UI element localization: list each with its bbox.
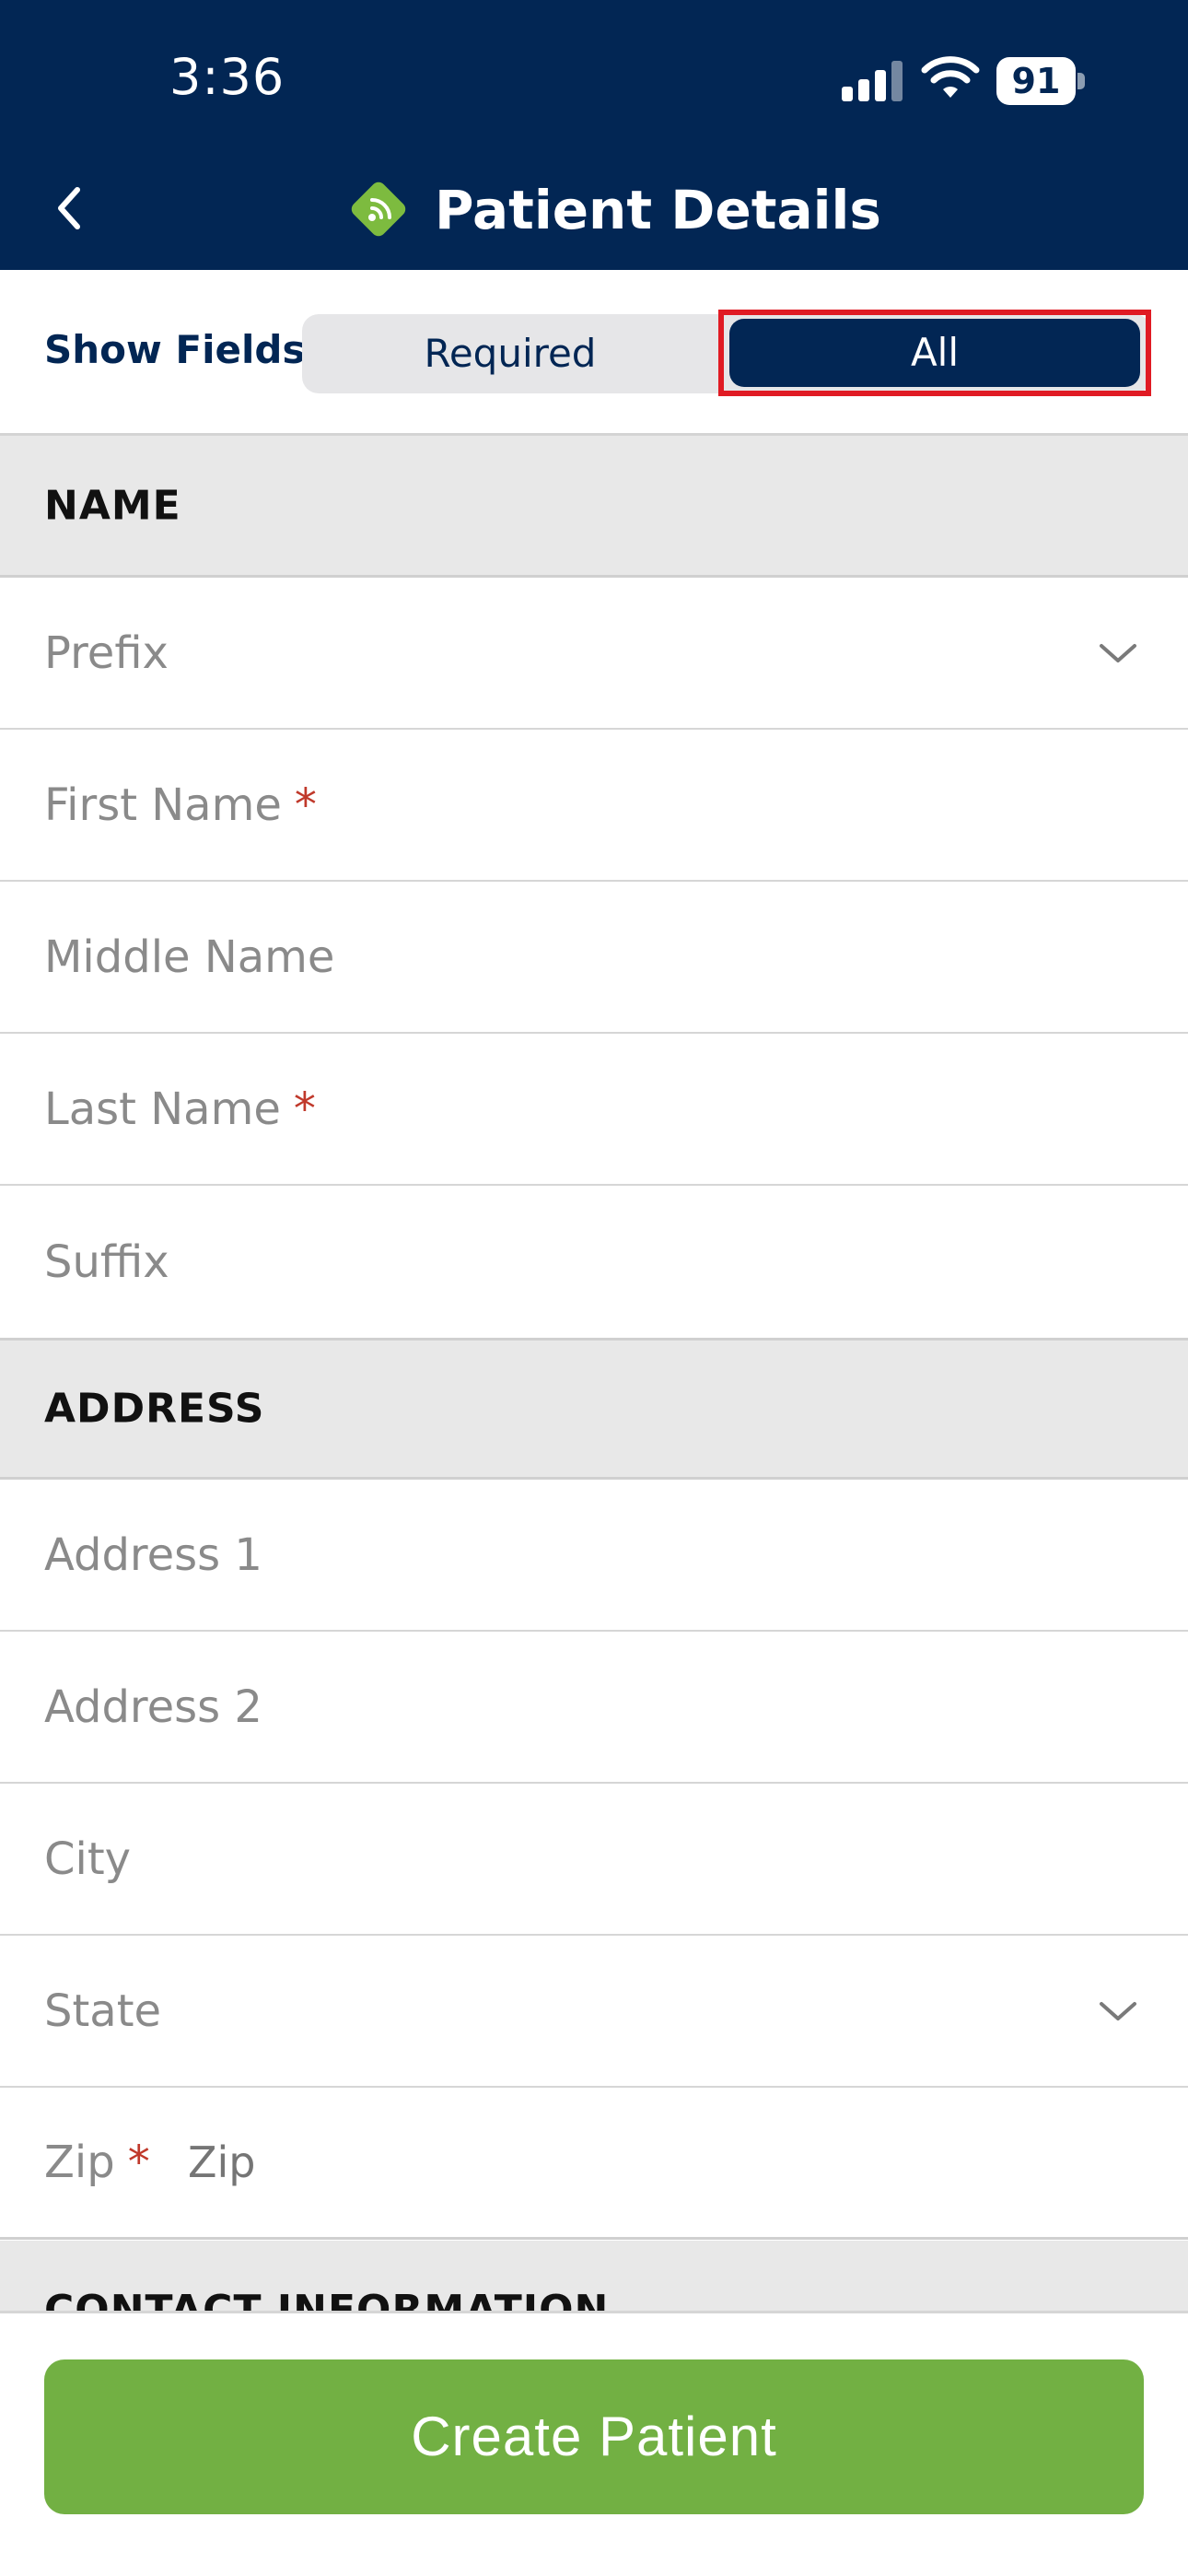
- suffix-field[interactable]: Suffix: [0, 1186, 1188, 1338]
- section-title: NAME: [44, 482, 181, 529]
- field-label: Prefix: [44, 626, 169, 679]
- middle-name-field[interactable]: Middle Name: [0, 882, 1188, 1034]
- create-patient-button[interactable]: Create Patient: [44, 2359, 1144, 2514]
- section-header-address: ADDRESS: [0, 1338, 1188, 1480]
- address1-field[interactable]: Address 1: [0, 1480, 1188, 1632]
- field-label: Middle Name: [44, 931, 335, 983]
- cellular-signal-icon: [842, 59, 903, 101]
- section-header-contact: CONTACT INFORMATION: [0, 2241, 1188, 2314]
- state-select[interactable]: State: [0, 1936, 1188, 2088]
- page-title: Patient Details: [435, 179, 881, 241]
- field-label: State: [44, 1985, 162, 2037]
- field-label: Address 1: [44, 1528, 262, 1581]
- first-name-field[interactable]: First Name *: [0, 730, 1188, 882]
- battery-level: 91: [1011, 61, 1061, 101]
- show-fields-required-option[interactable]: Required: [302, 314, 718, 393]
- app-header: 3:36 91 Patient Details: [0, 0, 1188, 270]
- required-marker: *: [127, 2137, 150, 2188]
- city-field[interactable]: City: [0, 1784, 1188, 1936]
- app-logo-icon: [351, 181, 406, 237]
- address2-field[interactable]: Address 2: [0, 1632, 1188, 1784]
- field-label: City: [44, 1832, 132, 1885]
- chevron-down-icon: [1100, 2001, 1136, 2020]
- section-title: ADDRESS: [44, 1385, 265, 1433]
- field-label: Zip *: [44, 2137, 150, 2188]
- bottom-action-bar: Create Patient: [0, 2311, 1188, 2576]
- zip-input[interactable]: [188, 2137, 556, 2187]
- battery-icon: 91: [996, 57, 1085, 105]
- chevron-down-icon: [1100, 643, 1136, 662]
- back-button[interactable]: [41, 171, 96, 245]
- section-header-name: NAME: [0, 436, 1188, 578]
- screen: 3:36 91 Patient Details Show Fields: Req…: [0, 0, 1188, 2576]
- required-marker: *: [294, 779, 317, 831]
- wifi-icon: [921, 56, 980, 98]
- field-label: Last Name *: [44, 1083, 316, 1135]
- status-time: 3:36: [169, 48, 285, 106]
- field-label: Address 2: [44, 1680, 262, 1733]
- show-fields-label: Show Fields:: [44, 327, 321, 372]
- field-label: Suffix: [44, 1235, 169, 1288]
- zip-field-row: Zip *: [0, 2088, 1188, 2240]
- last-name-field[interactable]: Last Name *: [0, 1034, 1188, 1186]
- field-label: First Name *: [44, 779, 317, 831]
- prefix-select[interactable]: Prefix: [0, 578, 1188, 730]
- show-fields-all-option[interactable]: All: [729, 319, 1140, 387]
- required-marker: *: [293, 1083, 316, 1135]
